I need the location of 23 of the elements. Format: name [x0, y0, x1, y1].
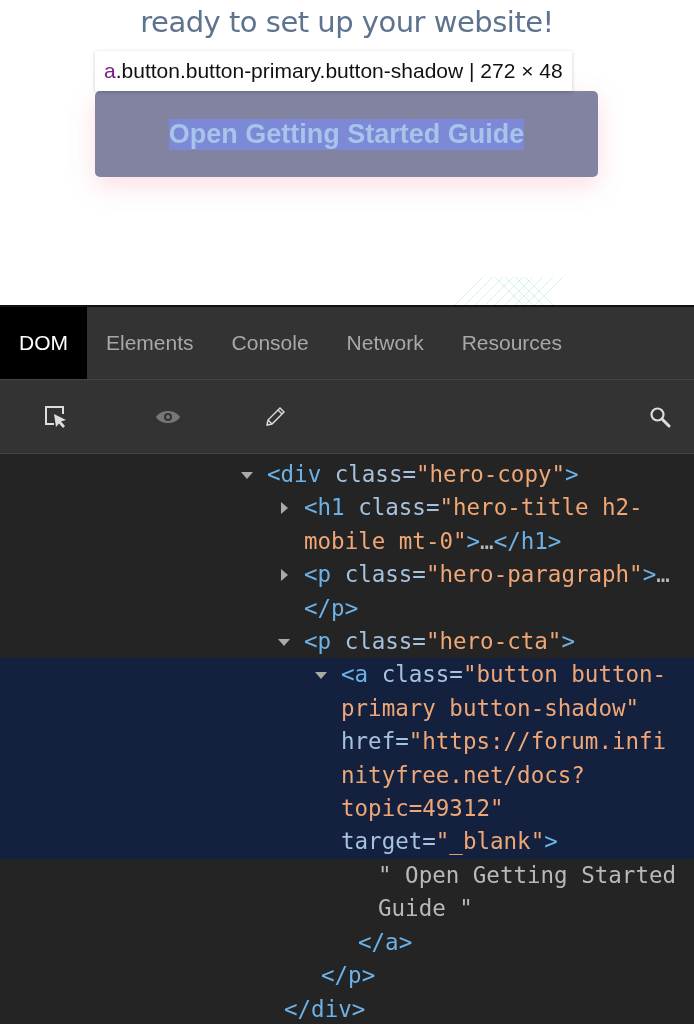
- closing-tag[interactable]: </p>: [321, 959, 376, 993]
- pencil-icon[interactable]: [264, 405, 286, 428]
- tree-row[interactable]: <h1 class="hero-title h2-mobile mt-0">…</h1>: [0, 491, 694, 559]
- tree-row[interactable]: <a class="button button-primary button-shadow" href="https://forum.infinityfree.net/docs?topic=49312" target="_blank">: [0, 658, 694, 859]
- tree-row[interactable]: <p class="hero-paragraph">… </p>: [0, 558, 694, 626]
- tab[interactable]: Network: [327, 307, 443, 379]
- search-icon[interactable]: [649, 405, 671, 428]
- tab[interactable]: Elements: [87, 307, 213, 379]
- element-tag[interactable]: <a class="button button-primary button-shadow" href="https://forum.infinityfree.net/docs?topic=49312" target="_blank">: [341, 658, 678, 859]
- element-tag[interactable]: <div class="hero-copy">: [267, 458, 579, 492]
- element-tag[interactable]: <p class="hero-cta">: [304, 625, 575, 659]
- element-tooltip: a.button.button-primary.button-shadow | 272 × 48: [95, 51, 572, 91]
- tree-row[interactable]: <p class="hero-cta">: [0, 625, 694, 659]
- tab[interactable]: DOM: [0, 307, 87, 379]
- tab[interactable]: Resources: [442, 307, 582, 379]
- tree-row[interactable]: <div class="hero-copy">: [0, 458, 694, 492]
- closing-tag[interactable]: </a>: [358, 925, 413, 960]
- closing-tag[interactable]: </div>: [284, 992, 366, 1024]
- tab[interactable]: Console: [212, 307, 328, 379]
- element-tag[interactable]: <h1 class="hero-title h2-mobile mt-0">…</h1>: [304, 491, 678, 559]
- text-node[interactable]: " Open Getting Started Guide ": [378, 858, 678, 926]
- page-heading: ready to set up your website!: [140, 5, 554, 39]
- element-tag[interactable]: <p class="hero-paragraph">… </p>: [304, 558, 678, 626]
